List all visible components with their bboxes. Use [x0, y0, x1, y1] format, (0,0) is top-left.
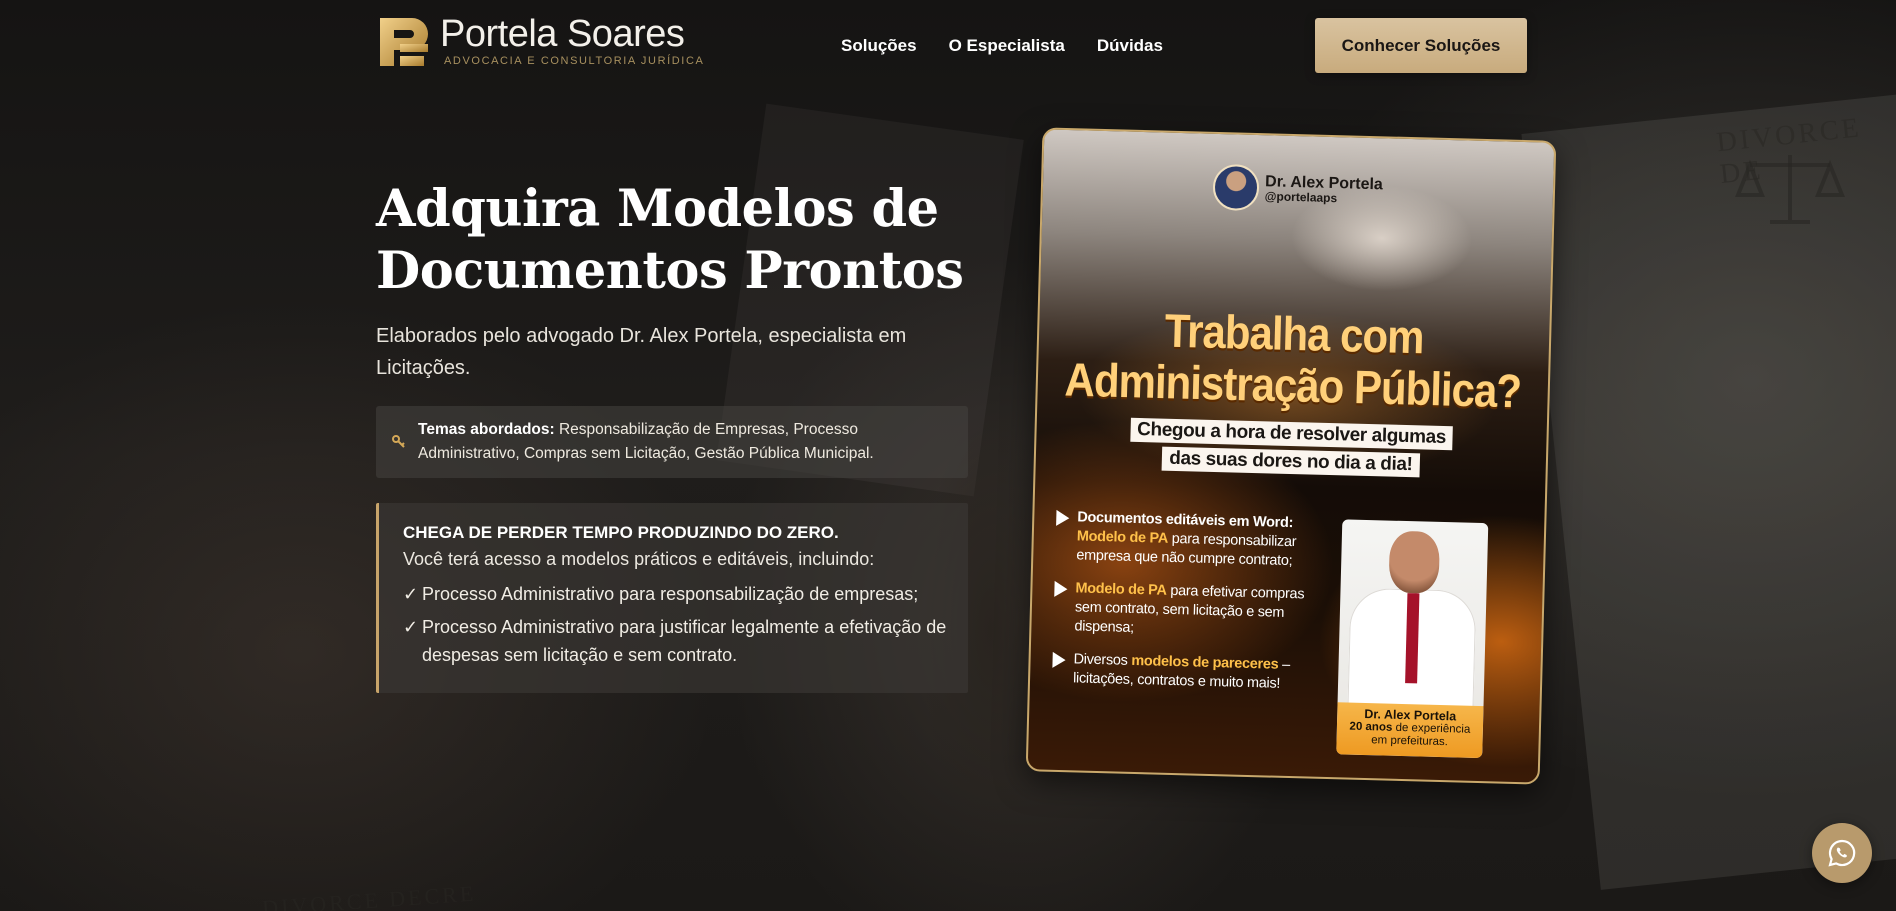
promo-author-badge: Dr. Alex Portela @portelaaps [1212, 163, 1383, 214]
benefit-text: Processo Administrativo para justificar … [422, 617, 947, 665]
promo-headline-line-2: Administração Pública? [1064, 352, 1522, 418]
promo-author-photo: Dr. Alex Portela 20 anos de experiência … [1336, 519, 1489, 759]
caption-years: 20 anos [1349, 720, 1393, 734]
site-header: Portela Soares ADVOCACIA E CONSULTORIA J… [0, 0, 1896, 92]
nav-especialista[interactable]: O Especialista [949, 36, 1065, 56]
topics-box: Temas abordados: Responsabilização de Em… [376, 406, 968, 478]
benefits-box: CHEGA DE PERDER TEMPO PRODUZINDO DO ZERO… [376, 503, 968, 693]
page-title: Adquira Modelos de Documentos Prontos [376, 178, 976, 302]
promo-card-image: Dr. Alex Portela @portelaaps Trabalha co… [1025, 127, 1557, 785]
promo-item-text: Documentos editáveis em Word: Modelo de … [1076, 508, 1326, 571]
list-item: Diversos modelos de pareceres – licitaçõ… [1052, 650, 1323, 695]
background-doc-text: DIVORCE DECRE [261, 880, 477, 911]
scale-icon [1735, 155, 1845, 224]
logo[interactable]: Portela Soares ADVOCACIA E CONSULTORIA J… [376, 14, 704, 70]
promo-headline: Trabalha com Administração Pública? [1037, 302, 1550, 418]
list-item: ✓ Processo Administrativo para justifica… [403, 613, 948, 669]
brand-tagline: ADVOCACIA E CONSULTORIA JURÍDICA [444, 55, 705, 67]
hero-section: Adquira Modelos de Documentos Prontos El… [376, 178, 976, 384]
play-icon [1056, 509, 1070, 527]
promo-list: Documentos editáveis em Word: Modelo de … [1051, 508, 1326, 709]
title-line-1: Adquira Modelos de [376, 179, 939, 239]
nav-duvidas[interactable]: Dúvidas [1097, 36, 1163, 56]
topics-label: Temas abordados: [418, 421, 555, 438]
play-icon [1052, 651, 1066, 669]
conhecer-solucoes-button[interactable]: Conhecer Soluções [1315, 18, 1527, 73]
brand-name: Portela Soares [440, 13, 685, 55]
promo-item-text: Modelo de PA para efetivar compras sem c… [1074, 579, 1324, 642]
nav-solucoes[interactable]: Soluções [841, 36, 917, 56]
photo-tie [1405, 593, 1420, 684]
promo-item-highlight: Modelo de PA [1075, 580, 1167, 599]
promo-photo-caption: Dr. Alex Portela 20 anos de experiência … [1336, 702, 1484, 759]
caption-line-2: de experiência [1392, 721, 1471, 736]
benefit-text: Processo Administrativo para responsabil… [422, 584, 919, 604]
promo-item-text: Diversos modelos de pareceres – licitaçõ… [1073, 650, 1323, 695]
hero-subtitle: Elaborados pelo advogado Dr. Alex Portel… [376, 325, 907, 379]
benefits-title: CHEGA DE PERDER TEMPO PRODUZINDO DO ZERO… [403, 523, 839, 542]
benefits-intro: Você terá acesso a modelos práticos e ed… [403, 549, 875, 569]
avatar [1212, 163, 1260, 212]
topics-text: Temas abordados: Responsabilização de Em… [418, 418, 968, 466]
promo-item-pre: Diversos [1073, 651, 1132, 669]
list-item: Documentos editáveis em Word: Modelo de … [1055, 508, 1326, 572]
check-icon: ✓ [403, 617, 419, 637]
benefits-list: ✓ Processo Administrativo para responsab… [403, 580, 948, 669]
promo-item-bold: Documentos editáveis em Word: [1077, 509, 1294, 532]
main-nav: Soluções O Especialista Dúvidas [841, 36, 1163, 56]
whatsapp-button[interactable] [1812, 823, 1872, 883]
promo-item-highlight: modelos de pareceres [1131, 652, 1279, 673]
title-line-2: Documentos Prontos [376, 241, 964, 301]
key-icon [392, 435, 405, 448]
promo-pill-text: Chegou a hora de resolver algumas [1129, 417, 1454, 451]
whatsapp-icon [1828, 839, 1856, 867]
logo-mark-icon [380, 18, 428, 66]
promo-item-highlight: Modelo de PA [1076, 528, 1169, 547]
promo-pill-text: das suas dores no dia a dia! [1161, 446, 1420, 478]
list-item: ✓ Processo Administrativo para responsab… [403, 580, 948, 608]
photo-head [1388, 530, 1441, 594]
check-icon: ✓ [403, 584, 419, 604]
list-item: Modelo de PA para efetivar compras sem c… [1053, 579, 1324, 643]
play-icon [1054, 580, 1068, 598]
